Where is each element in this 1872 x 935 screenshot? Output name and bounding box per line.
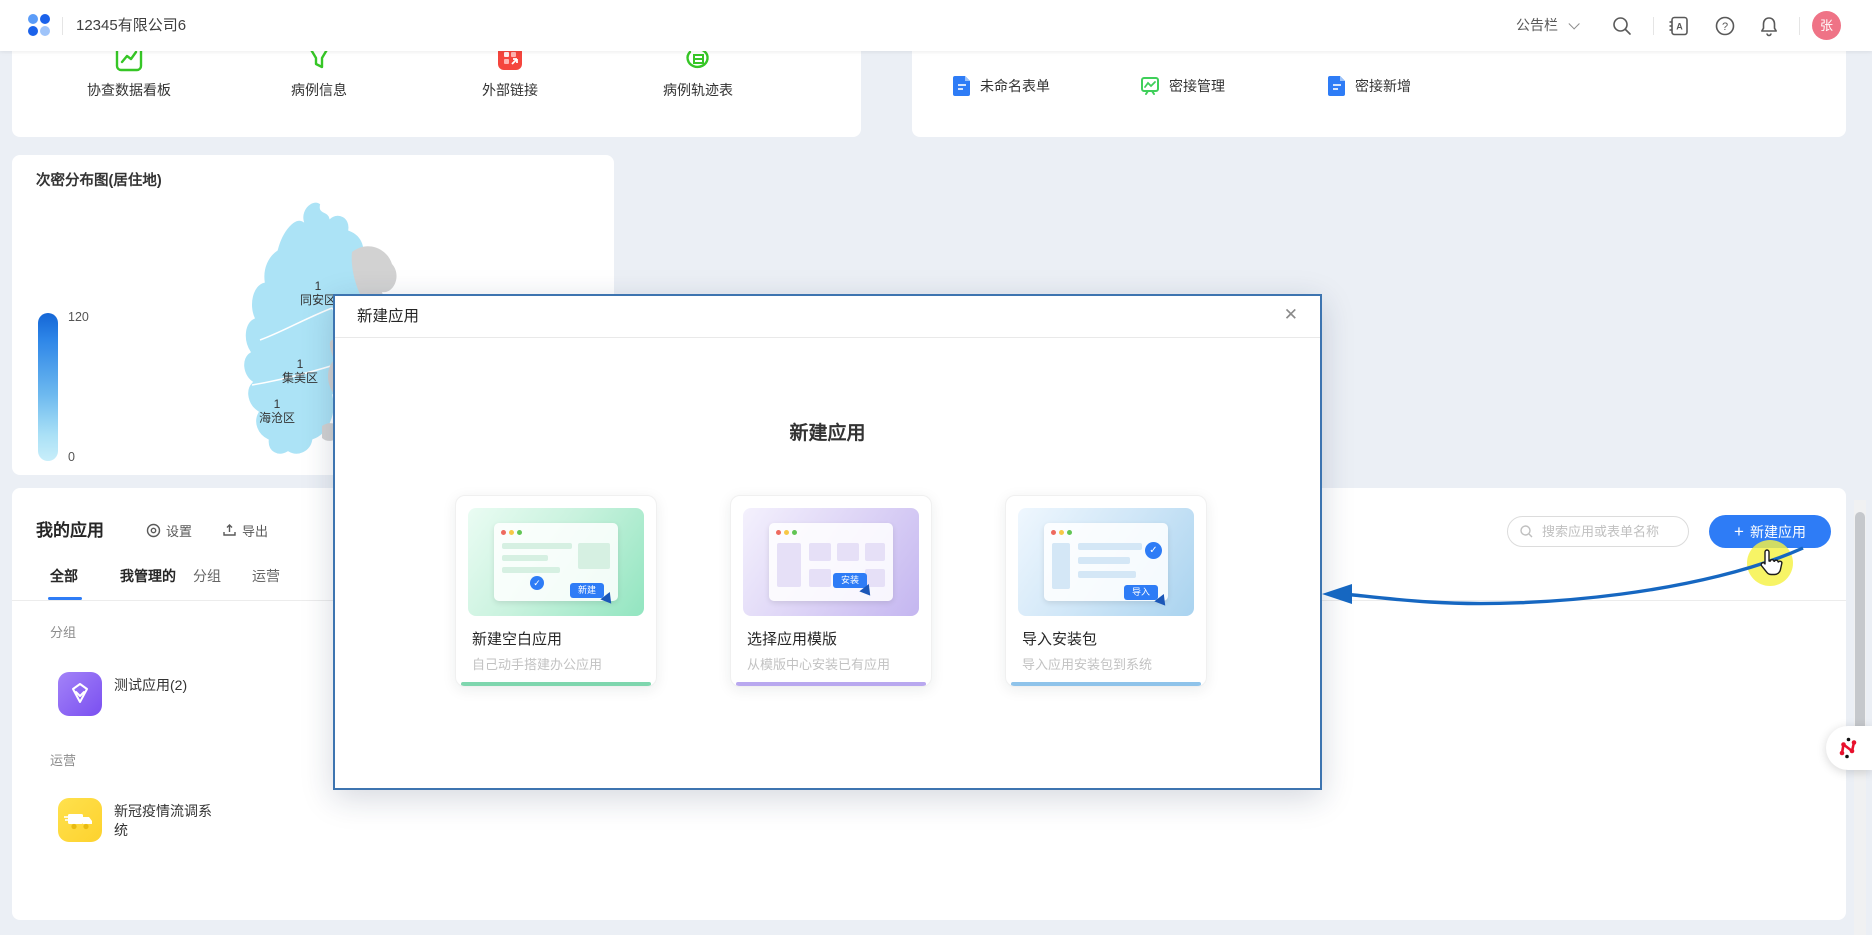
- app-name: 测试应用(2): [114, 676, 187, 695]
- blue-form-icon: [1327, 75, 1347, 97]
- chevron-down-icon: [1568, 18, 1579, 29]
- settings-button[interactable]: 设置: [146, 521, 192, 540]
- export-icon: [222, 523, 237, 538]
- announcement-dropdown[interactable]: 公告栏: [1516, 0, 1576, 51]
- my-apps-title: 我的应用: [36, 516, 104, 541]
- option-import-package[interactable]: ✓ 导入 导入安装包 导入应用安装包到系统: [1005, 495, 1207, 687]
- svg-text:A: A: [1676, 22, 1683, 32]
- settings-label: 设置: [166, 521, 192, 540]
- extension-logo-pill[interactable]: [1826, 726, 1872, 770]
- quick-link-label: 外部链接: [482, 80, 538, 100]
- option-desc: 从模版中心安装已有应用: [747, 654, 890, 673]
- region-name: 海沧区: [259, 410, 295, 425]
- tab-group[interactable]: 分组: [193, 566, 221, 586]
- quick-link-contact-new[interactable]: 密接新增: [1327, 75, 1411, 97]
- check-icon: ✓: [1145, 542, 1162, 559]
- tab-operation[interactable]: 运营: [252, 566, 280, 586]
- tab-managed[interactable]: 我管理的: [120, 566, 176, 586]
- create-app-label: 新建应用: [1750, 522, 1806, 542]
- search-input[interactable]: [1540, 523, 1684, 540]
- page: 协查数据看板 病例信息 外部链接 病例轨: [0, 0, 1872, 935]
- option-template-app[interactable]: 安装 选择应用模版 从模版中心安装已有应用: [730, 495, 932, 687]
- bell-icon[interactable]: [1758, 15, 1780, 37]
- export-button[interactable]: 导出: [222, 521, 268, 540]
- red-n-logo-icon: [1835, 735, 1861, 761]
- search-icon: [1519, 524, 1534, 539]
- option-blank-app[interactable]: ✓ 新建 新建空白应用 自己动手搭建办公应用: [455, 495, 657, 687]
- quick-link-label: 密接管理: [1169, 76, 1225, 96]
- quick-link-label: 病例信息: [291, 80, 347, 100]
- top-navbar: 12345有限公司6 公告栏 A ? 张: [0, 0, 1872, 51]
- region-name: 集美区: [282, 370, 318, 385]
- tab-all[interactable]: 全部: [50, 566, 78, 586]
- quick-link-label: 协查数据看板: [87, 80, 171, 100]
- new-app-modal: 新建应用 ✕ 新建应用 ✓ 新建 新建空白应用 自己动手搭建办公应用: [333, 294, 1322, 790]
- modal-header: 新建应用 ✕: [335, 296, 1320, 338]
- avatar[interactable]: 张: [1812, 11, 1841, 40]
- map-legend-gradient: [38, 313, 58, 461]
- divider: [62, 17, 63, 35]
- region-value: 1: [315, 279, 322, 293]
- truck-app-icon: [58, 798, 102, 842]
- blank-app-illustration: ✓ 新建: [468, 508, 644, 616]
- badge-import: 导入: [1124, 585, 1158, 600]
- option-desc: 自己动手搭建办公应用: [472, 654, 602, 673]
- quick-link-unnamed-form[interactable]: 未命名表单: [952, 75, 1050, 97]
- region-name: 同安区: [300, 292, 336, 307]
- app-item-covid[interactable]: 新冠疫情流调系统: [58, 798, 222, 842]
- export-label: 导出: [242, 521, 268, 540]
- app-name: 新冠疫情流调系统: [114, 802, 222, 840]
- help-icon[interactable]: ?: [1714, 15, 1736, 37]
- quick-link-label: 未命名表单: [980, 76, 1050, 96]
- close-icon[interactable]: ✕: [1284, 305, 1298, 325]
- workspace-logo-icon[interactable]: [28, 14, 52, 38]
- address-book-icon[interactable]: A: [1668, 15, 1690, 37]
- quick-link-label: 密接新增: [1355, 76, 1411, 96]
- region-value: 1: [297, 357, 304, 371]
- check-icon: ✓: [530, 576, 544, 590]
- quick-link-label: 病例轨迹表: [663, 80, 733, 100]
- gem-app-icon: [58, 672, 102, 716]
- badge-install: 安装: [833, 573, 867, 588]
- divider: [1653, 17, 1654, 35]
- divider: [1799, 17, 1800, 35]
- app-search-box[interactable]: [1507, 516, 1689, 547]
- region-value: 1: [274, 397, 281, 411]
- create-app-button[interactable]: + 新建应用: [1709, 515, 1831, 548]
- active-tab-underline: [48, 597, 82, 600]
- map-title: 次密分布图(居住地): [36, 169, 162, 190]
- legend-max-label: 120: [68, 310, 89, 324]
- blue-form-icon: [952, 75, 972, 97]
- import-package-illustration: ✓ 导入: [1018, 508, 1194, 616]
- quick-link-contact-manage[interactable]: 密接管理: [1139, 75, 1225, 97]
- group-label: 分组: [50, 622, 76, 641]
- modal-header-title: 新建应用: [357, 296, 419, 337]
- svg-text:?: ?: [1722, 21, 1728, 33]
- gear-icon: [146, 523, 161, 538]
- plus-icon: +: [1734, 523, 1744, 540]
- option-title: 新建空白应用: [472, 628, 562, 649]
- badge-new: 新建: [570, 583, 604, 598]
- legend-min-label: 0: [68, 450, 75, 464]
- template-app-illustration: 安装: [743, 508, 919, 616]
- option-title: 选择应用模版: [747, 628, 837, 649]
- option-desc: 导入应用安装包到系统: [1022, 654, 1152, 673]
- green-board-icon: [1139, 75, 1161, 97]
- announcement-label: 公告栏: [1516, 17, 1558, 33]
- modal-title: 新建应用: [335, 418, 1320, 445]
- scrollbar-thumb[interactable]: [1855, 512, 1865, 738]
- option-title: 导入安装包: [1022, 628, 1097, 649]
- app-item-test[interactable]: 测试应用(2): [58, 672, 187, 716]
- group-label: 运营: [50, 750, 76, 769]
- company-name: 12345有限公司6: [76, 0, 186, 51]
- search-icon[interactable]: [1611, 15, 1633, 37]
